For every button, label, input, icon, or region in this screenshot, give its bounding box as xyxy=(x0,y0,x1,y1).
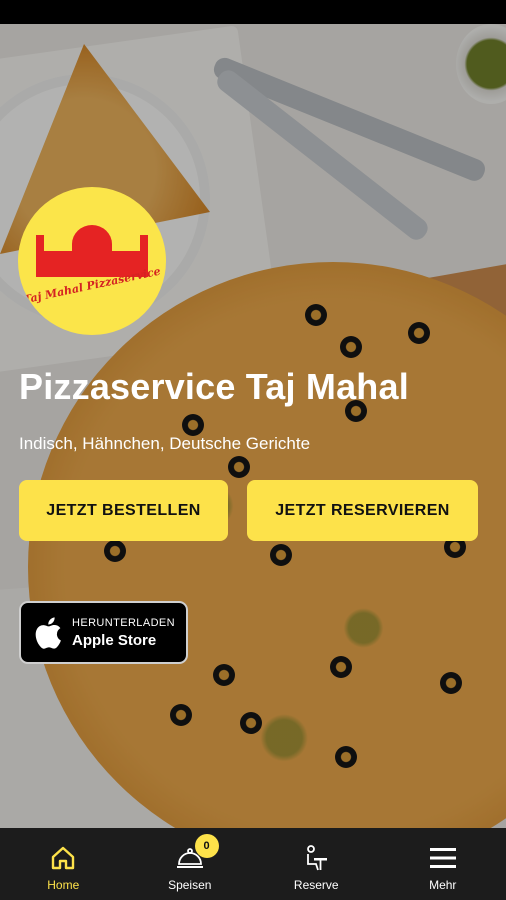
order-now-button[interactable]: JETZT BESTELLEN xyxy=(19,480,228,541)
dark-overlay xyxy=(0,24,506,828)
cart-count-badge: 0 xyxy=(194,834,219,858)
tab-speisen[interactable]: 0 Speisen xyxy=(127,828,254,900)
restaurant-name: Pizzaservice Taj Mahal xyxy=(19,366,409,407)
download-label: HERUNTERLADEN xyxy=(72,616,175,629)
tab-home[interactable]: Home xyxy=(0,828,127,900)
home-icon xyxy=(48,843,78,873)
bottom-tab-bar: Home 0 Speisen Reserve Mehr xyxy=(0,828,506,900)
tab-mehr[interactable]: Mehr xyxy=(380,828,506,900)
apple-icon xyxy=(33,616,63,650)
cuisine-tags: Indisch, Hähnchen, Deutsche Gerichte xyxy=(19,434,311,453)
store-name: Apple Store xyxy=(72,631,157,649)
tab-reserve[interactable]: Reserve xyxy=(253,828,380,900)
tab-label: Home xyxy=(47,878,80,892)
menu-icon xyxy=(428,843,458,873)
status-bar xyxy=(0,0,506,24)
restaurant-logo: Taj Mahal Pizzaservice xyxy=(18,187,166,335)
reserve-icon xyxy=(301,843,331,873)
tab-label: Mehr xyxy=(429,878,457,892)
minaret-left xyxy=(36,235,44,277)
apple-store-badge[interactable]: HERUNTERLADEN Apple Store xyxy=(19,601,188,664)
hero-image xyxy=(0,24,506,828)
reserve-now-button[interactable]: JETZT RESERVIEREN xyxy=(247,480,478,541)
tab-label: Speisen xyxy=(168,878,212,892)
tab-label: Reserve xyxy=(293,878,339,892)
